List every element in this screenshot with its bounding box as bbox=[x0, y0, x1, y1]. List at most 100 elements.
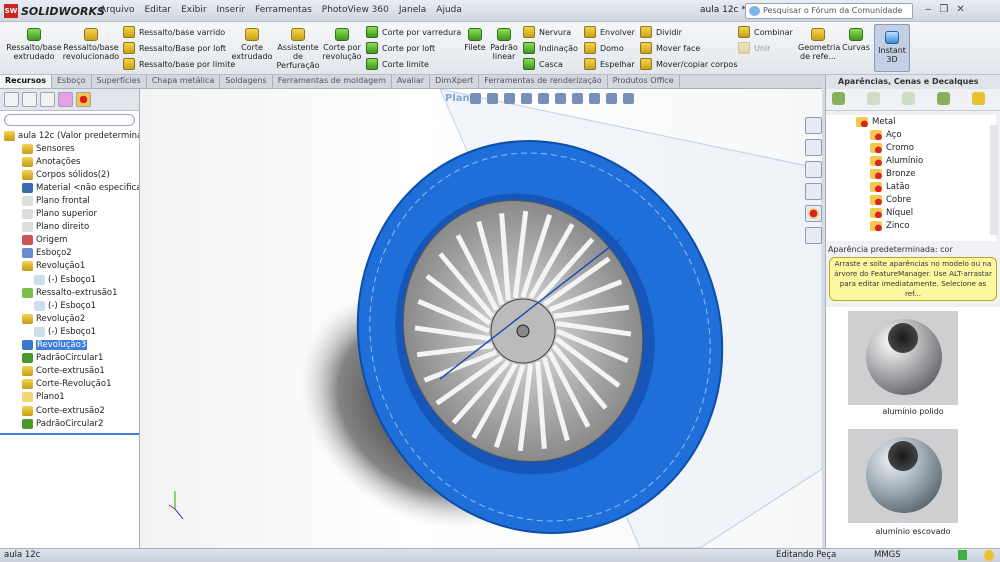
tree-item[interactable]: Plano frontal bbox=[4, 194, 139, 207]
tab-renderizacao[interactable]: Ferramentas de renderização bbox=[479, 75, 608, 88]
display-style-icon[interactable] bbox=[555, 93, 566, 104]
swept-cut-button[interactable]: Corte por varredura bbox=[366, 26, 461, 38]
menu-inserir[interactable]: Inserir bbox=[217, 5, 246, 15]
tree-item[interactable]: Plano superior bbox=[4, 208, 139, 221]
mirror-button[interactable]: Espelhar bbox=[584, 58, 635, 70]
appearance-folder[interactable]: Latão bbox=[826, 180, 996, 193]
configuration-tab-icon[interactable] bbox=[40, 92, 55, 107]
previous-view-icon[interactable] bbox=[504, 93, 515, 104]
scene-icon[interactable] bbox=[606, 93, 617, 104]
wrap-button[interactable]: Envolver bbox=[584, 26, 635, 38]
tree-item[interactable]: Sensores bbox=[4, 142, 139, 155]
tree-item[interactable]: (-) Esboço1 bbox=[4, 325, 139, 338]
tab-dimxpert[interactable]: DimXpert bbox=[430, 75, 480, 88]
minimize-icon[interactable]: ‒ bbox=[925, 4, 931, 15]
tree-rollback-bar[interactable] bbox=[0, 433, 139, 435]
shell-button[interactable]: Casca bbox=[523, 58, 563, 70]
refresh-icon[interactable] bbox=[902, 92, 915, 105]
feature-tree-tab-icon[interactable] bbox=[4, 92, 19, 107]
tire-model[interactable]: Plano bbox=[140, 89, 822, 548]
rib-button[interactable]: Nervura bbox=[523, 26, 571, 38]
tab-chapa-metalica[interactable]: Chapa metálica bbox=[147, 75, 221, 88]
hide-show-icon[interactable] bbox=[572, 93, 583, 104]
tree-filter-input[interactable] bbox=[4, 114, 135, 126]
tree-item[interactable]: PadrãoCircular2 bbox=[4, 417, 139, 430]
appearance-folder[interactable]: Bronze bbox=[826, 167, 996, 180]
tab-soldagens[interactable]: Soldagens bbox=[220, 75, 273, 88]
tree-item[interactable]: Anotações bbox=[4, 155, 139, 168]
move-face-button[interactable]: Mover face bbox=[640, 42, 700, 54]
swatch-polished-aluminum[interactable] bbox=[848, 311, 958, 405]
up-arrow-icon[interactable] bbox=[972, 92, 985, 105]
edit-appearance-icon[interactable] bbox=[589, 93, 600, 104]
linear-pattern-button[interactable]: Padrão linear bbox=[488, 28, 520, 61]
instant-3d-button[interactable]: Instant 3D bbox=[874, 24, 910, 72]
hole-wizard-button[interactable]: Assistente de Perfuração bbox=[274, 28, 322, 70]
menu-editar[interactable]: Editar bbox=[144, 5, 171, 15]
section-view-icon[interactable] bbox=[521, 93, 532, 104]
tree-item[interactable]: Plano direito bbox=[4, 221, 139, 234]
appearance-folder[interactable]: Zinco bbox=[826, 220, 996, 233]
tab-superficies[interactable]: Superfícies bbox=[92, 75, 147, 88]
units-selector[interactable]: MMGS bbox=[874, 550, 901, 560]
tab-esboco[interactable]: Esboço bbox=[52, 75, 92, 88]
loft-boss-button[interactable]: Ressalto/Base por loft bbox=[123, 42, 226, 54]
tree-item[interactable]: Revolução2 bbox=[4, 312, 139, 325]
appearance-folder[interactable]: Aço bbox=[826, 128, 996, 141]
menu-arquivo[interactable]: Arquivo bbox=[100, 5, 134, 15]
tree-item[interactable]: Esboço2 bbox=[4, 247, 139, 260]
boundary-boss-button[interactable]: Ressalto/base por limite bbox=[123, 58, 235, 70]
tab-ferramentas-moldagem[interactable]: Ferramentas de moldagem bbox=[273, 75, 392, 88]
dimxpert-tab-icon[interactable] bbox=[58, 92, 73, 107]
tree-scrollbar[interactable] bbox=[990, 125, 998, 235]
appearances-icon[interactable] bbox=[805, 205, 822, 222]
extruded-boss-button[interactable]: Ressalto/base extrudado bbox=[6, 28, 62, 61]
zoom-area-icon[interactable] bbox=[487, 93, 498, 104]
tab-produtos-office[interactable]: Produtos Office bbox=[608, 75, 680, 88]
add-appearance-icon[interactable] bbox=[832, 92, 845, 105]
tree-item[interactable]: Material <não especificado bbox=[4, 181, 139, 194]
design-library-icon[interactable] bbox=[805, 139, 822, 156]
menu-exibir[interactable]: Exibir bbox=[181, 5, 206, 15]
help-icon[interactable] bbox=[958, 550, 967, 560]
community-search-input[interactable]: Pesquisar o Fórum da Comunidade bbox=[745, 3, 913, 19]
graphics-area[interactable]: Plano bbox=[140, 89, 822, 548]
appearance-folder[interactable]: Alumínio bbox=[826, 154, 996, 167]
tab-avaliar[interactable]: Avaliar bbox=[392, 75, 431, 88]
curves-button[interactable]: Curvas bbox=[840, 28, 872, 52]
swatch-brushed-aluminum[interactable] bbox=[848, 429, 958, 523]
extruded-cut-button[interactable]: Corte extrudado bbox=[230, 28, 274, 61]
view-palette-icon[interactable] bbox=[805, 183, 822, 200]
appearance-folder[interactable]: Cromo bbox=[826, 141, 996, 154]
custom-properties-icon[interactable] bbox=[805, 227, 822, 244]
lofted-cut-button[interactable]: Corte por loft bbox=[366, 42, 435, 54]
appearance-folder[interactable]: Cobre bbox=[826, 194, 996, 207]
property-manager-tab-icon[interactable] bbox=[22, 92, 37, 107]
file-explorer-icon[interactable] bbox=[805, 161, 822, 178]
tree-item-selected[interactable]: Revolução3 bbox=[4, 339, 139, 352]
tab-recursos[interactable]: Recursos bbox=[0, 75, 52, 88]
tree-item[interactable]: Corpos sólidos(2) bbox=[4, 168, 139, 181]
display-manager-tab-icon[interactable] bbox=[76, 92, 91, 107]
revolved-boss-button[interactable]: Ressalto/base revolucionado bbox=[62, 28, 120, 61]
tree-item[interactable]: Ressalto-extrusão1 bbox=[4, 286, 139, 299]
folder-metal[interactable]: Metal bbox=[826, 115, 996, 128]
move-copy-bodies-button[interactable]: Mover/copiar corpos bbox=[640, 58, 738, 70]
reference-geometry-button[interactable]: Geometria de refe... bbox=[798, 28, 840, 61]
view-settings-icon[interactable] bbox=[623, 93, 634, 104]
draft-button[interactable]: Indinação bbox=[523, 42, 578, 54]
tree-item[interactable]: Corte-extrusão1 bbox=[4, 365, 139, 378]
restore-icon[interactable]: ❐ bbox=[939, 4, 948, 15]
tree-item[interactable]: PadrãoCircular1 bbox=[4, 352, 139, 365]
swept-boss-button[interactable]: Ressalto/base varrido bbox=[123, 26, 225, 38]
reload-icon[interactable] bbox=[937, 92, 950, 105]
solidworks-logo[interactable]: SW SOLIDWORKS bbox=[4, 3, 105, 19]
dome-button[interactable]: Domo bbox=[584, 42, 624, 54]
menu-janela[interactable]: Janela bbox=[399, 5, 426, 15]
zoom-fit-icon[interactable] bbox=[470, 93, 481, 104]
notification-icon[interactable] bbox=[984, 550, 994, 561]
revolved-cut-button[interactable]: Corte por revolução bbox=[322, 28, 362, 61]
tree-item[interactable]: (-) Esboço1 bbox=[4, 273, 139, 286]
menu-ajuda[interactable]: Ajuda bbox=[436, 5, 462, 15]
tree-item[interactable]: Corte-extrusão2 bbox=[4, 404, 139, 417]
